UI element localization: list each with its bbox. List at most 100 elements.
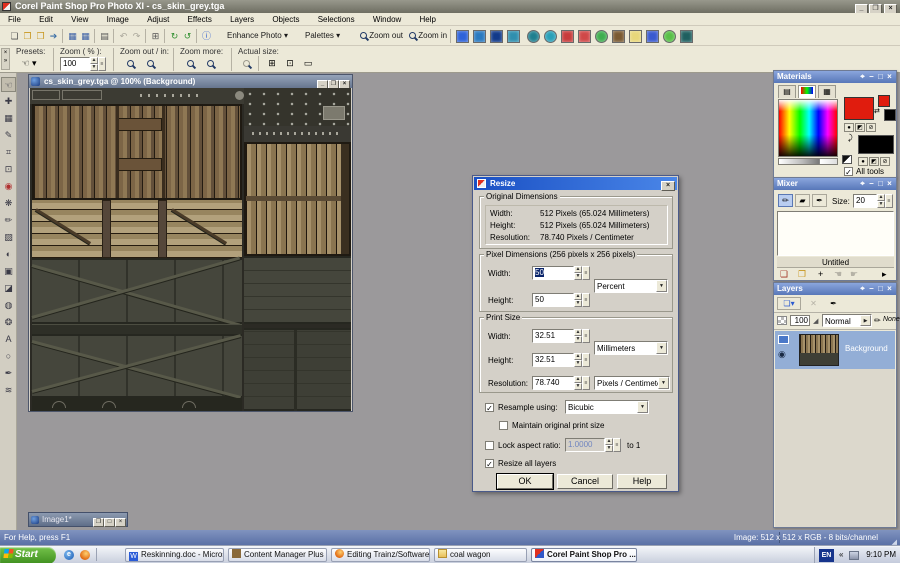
tray-expand-icon[interactable]: « xyxy=(839,547,843,563)
layer-row-background[interactable]: ◉ Background xyxy=(775,331,895,369)
artistic-effect-icon[interactable] xyxy=(578,30,591,43)
materials-panel-titlebar[interactable]: Materials ⌖–□× xyxy=(774,71,896,83)
browse-icon[interactable]: ❒ xyxy=(34,29,47,43)
task-reskinning-doc[interactable]: WReskinning.doc - Microso... xyxy=(125,548,224,562)
print-icon[interactable]: ▤ xyxy=(98,29,111,43)
actual-size-button[interactable] xyxy=(238,57,254,71)
layers-minimize-icon[interactable]: – xyxy=(867,283,876,295)
print-unit-arrow-icon[interactable]: ▼ xyxy=(656,342,667,354)
black-white-swap-icon[interactable] xyxy=(842,155,852,164)
pick-tool[interactable]: ⊡ xyxy=(1,162,16,177)
zoom-out-tool-button[interactable] xyxy=(122,57,138,71)
lighten-darken-tool[interactable]: ◐ xyxy=(1,247,16,262)
mixer-load-page-icon[interactable]: ❐ xyxy=(798,269,806,280)
palettes-button[interactable]: Palettes ▾ xyxy=(300,28,345,44)
print-height-spinner[interactable]: 32.51 ▲▼ ≡ xyxy=(532,353,590,367)
menu-image[interactable]: Image xyxy=(99,13,137,26)
mixer-menu-arrow-icon[interactable]: ▸ xyxy=(882,269,887,280)
print-resolution-slider[interactable]: ≡ xyxy=(582,376,590,390)
foreground-color-swatch[interactable] xyxy=(844,97,874,120)
airbrush-tool[interactable]: ▨ xyxy=(1,230,16,245)
blend-mode-arrow-icon[interactable]: ▶ xyxy=(860,315,871,326)
geometric-effect-icon[interactable] xyxy=(527,30,540,43)
menu-adjust[interactable]: Adjust xyxy=(139,13,177,26)
ok-button[interactable]: OK xyxy=(497,474,553,489)
selection-tool[interactable]: ▦ xyxy=(1,111,16,126)
start-button[interactable]: Start xyxy=(0,547,56,563)
menu-file[interactable]: File xyxy=(0,13,29,26)
image-window-titlebar[interactable]: cs_skin_grey.tga @ 100% (Background) _❐× xyxy=(29,75,352,88)
print-resolution-updown[interactable]: ▲▼ xyxy=(574,376,582,390)
print-height-slider[interactable]: ≡ xyxy=(582,353,590,367)
new-image-icon[interactable]: ❏ xyxy=(8,29,21,43)
pixel-width-spinner[interactable]: 50 ▲▼ ≡ xyxy=(532,266,590,280)
open-icon[interactable]: ❐ xyxy=(21,29,34,43)
color-replacer-tool[interactable]: ◍ xyxy=(1,298,16,313)
resize-all-layers-checkbox[interactable]: ✓ xyxy=(485,459,494,468)
layer-link-value[interactable]: None xyxy=(883,316,900,323)
edit-selection-button[interactable]: ✒ xyxy=(826,297,841,310)
full-screen-button[interactable]: ▭ xyxy=(300,57,316,71)
layers-panel-titlebar[interactable]: Layers ⌖–□× xyxy=(774,283,896,295)
lock-aspect-ratio-checkbox[interactable] xyxy=(485,441,494,450)
all-tools-checkbox[interactable]: ✓ xyxy=(844,167,853,176)
preset-shapes-tool[interactable]: ○ xyxy=(1,349,16,364)
clone-tool[interactable]: ▣ xyxy=(1,264,16,279)
materials-maximize-icon[interactable]: □ xyxy=(876,71,885,83)
background-property-swatch[interactable] xyxy=(884,109,896,121)
print-resolution-spinner[interactable]: 78.740 ▲▼ ≡ xyxy=(532,376,590,390)
paint-brush-tool[interactable]: ✏ xyxy=(1,213,16,228)
firefox-icon[interactable] xyxy=(80,550,90,560)
layers-maximize-icon[interactable]: □ xyxy=(876,283,885,295)
task-content-manager[interactable]: Content Manager Plus xyxy=(228,548,327,562)
new-layer-button[interactable]: ❏▾ xyxy=(777,297,801,310)
presets-dropdown[interactable]: ☜ ▾ xyxy=(16,57,42,71)
mixer-knife-tool[interactable]: ▰ xyxy=(795,194,810,207)
effect-browser-icon[interactable] xyxy=(456,30,469,43)
illumination-effect-icon[interactable] xyxy=(629,30,642,43)
fit-image-button[interactable]: ⊡ xyxy=(282,57,298,71)
task-corel-psp[interactable]: Corel Paint Shop Pro ... xyxy=(531,548,637,562)
minimized-maximize-button[interactable]: □ xyxy=(104,518,115,527)
layer-name[interactable]: Background xyxy=(845,344,888,353)
help-button[interactable]: Help xyxy=(617,474,667,489)
mixer-pin-icon[interactable]: ⌖ xyxy=(858,178,867,190)
menu-edit[interactable]: Edit xyxy=(31,13,61,26)
cancel-button[interactable]: Cancel xyxy=(557,474,613,489)
materials-minimize-icon[interactable]: – xyxy=(867,71,876,83)
pixel-width-value[interactable]: 50 xyxy=(535,268,544,277)
eraser-tool[interactable]: ◪ xyxy=(1,281,16,296)
image-effects-icon[interactable] xyxy=(646,30,659,43)
zoom-in-tool-button[interactable] xyxy=(142,57,158,71)
mixer-new-page-icon[interactable]: ❏ xyxy=(780,269,788,280)
redo-icon[interactable]: ↷ xyxy=(130,29,143,43)
print-height-updown[interactable]: ▲▼ xyxy=(574,353,582,367)
picture-tube-tool[interactable]: ❂ xyxy=(1,315,16,330)
zoom-more-out-button[interactable] xyxy=(182,57,198,71)
mixer-unmix-icon[interactable]: ☚ xyxy=(834,269,842,280)
blur-effect-icon[interactable] xyxy=(490,30,503,43)
warp-brush-tool[interactable]: ≋ xyxy=(1,383,16,398)
mixer-canvas[interactable] xyxy=(777,211,894,256)
grayscale-strip[interactable] xyxy=(778,158,838,165)
image-info-icon[interactable]: ⓘ xyxy=(200,29,213,43)
layer-opacity-field[interactable]: 100 xyxy=(790,315,810,326)
swap-colors-icon[interactable]: ⇄ xyxy=(874,107,880,115)
bg-style-gradient-button[interactable]: ◩ xyxy=(869,157,879,166)
mixer-dropper-tool[interactable]: ✒ xyxy=(812,194,827,207)
pixel-height-updown[interactable]: ▲▼ xyxy=(574,293,582,307)
menu-effects[interactable]: Effects xyxy=(180,13,220,26)
mixer-close-icon[interactable]: × xyxy=(885,178,894,190)
zoom-percent-updown[interactable]: ▲▼ xyxy=(90,57,98,71)
zoom-percent-spinner[interactable]: 100 ▲▼ ≡ xyxy=(60,57,106,71)
style-gradient-button[interactable]: ◩ xyxy=(855,123,865,132)
print-width-updown[interactable]: ▲▼ xyxy=(574,329,582,343)
style-pattern-button[interactable]: ⊘ xyxy=(866,123,876,132)
crop-tool[interactable]: ⌗ xyxy=(1,145,16,160)
menu-view[interactable]: View xyxy=(63,13,96,26)
palette-grip[interactable]: ×» xyxy=(1,48,10,70)
materials-pin-icon[interactable]: ⌖ xyxy=(858,71,867,83)
blend-mode-dropdown[interactable]: Normal ▶ xyxy=(822,314,872,327)
adjust-effect-icon[interactable] xyxy=(473,30,486,43)
dropper-tool[interactable]: ✎ xyxy=(1,128,16,143)
